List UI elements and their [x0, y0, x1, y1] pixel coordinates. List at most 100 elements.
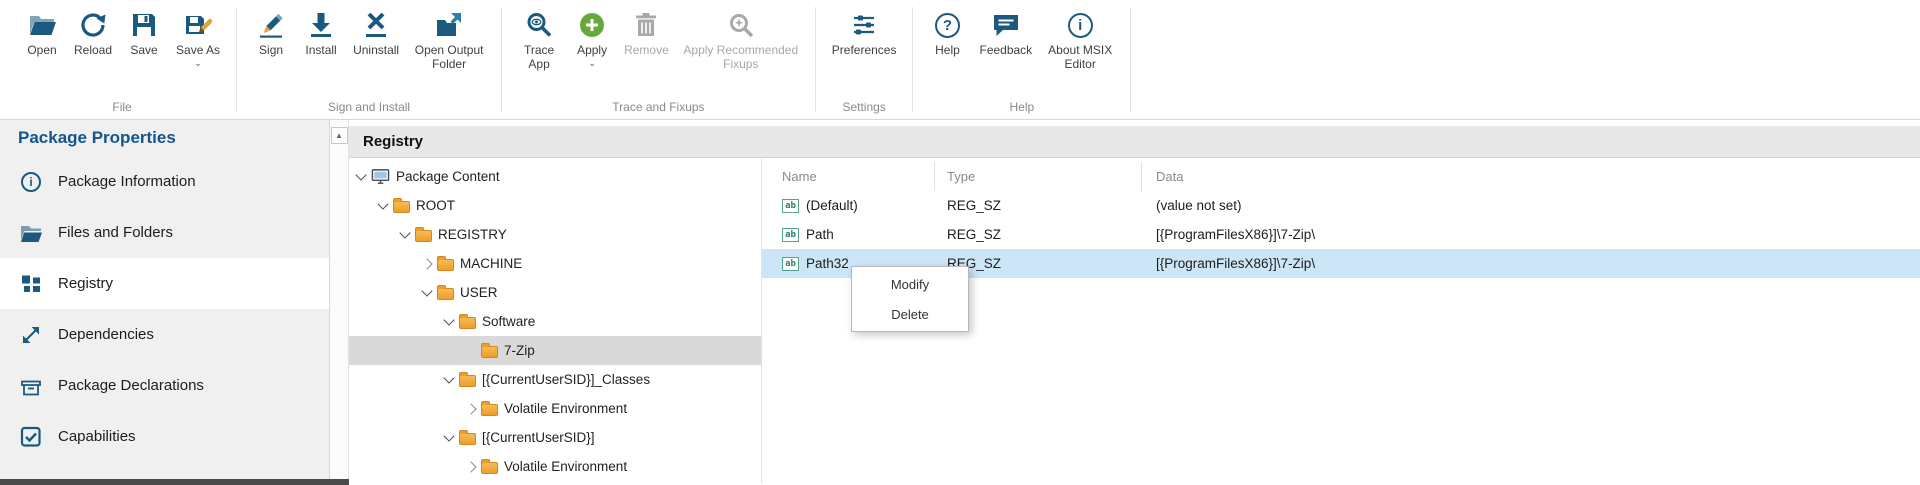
help-button[interactable]: ? Help: [925, 9, 969, 60]
tree-item-volatile-environment-1[interactable]: Volatile Environment: [349, 394, 761, 423]
context-menu-item-delete[interactable]: Delete: [852, 299, 968, 329]
value-name: Path32: [806, 256, 849, 271]
tree-item-7zip[interactable]: 7-Zip: [349, 336, 761, 365]
install-button[interactable]: Install: [299, 9, 343, 60]
about-icon: i: [1068, 11, 1093, 39]
chevron-down-icon[interactable]: [443, 430, 454, 441]
save-as-icon: [184, 11, 212, 39]
folder-icon: [481, 346, 498, 358]
value-data: [{ProgramFilesX86}]\7-Zip\: [1142, 220, 1920, 249]
chevron-down-icon[interactable]: [443, 314, 454, 325]
save-as-dropdown-icon[interactable]: ⌄: [194, 61, 202, 66]
folder-icon: [481, 404, 498, 416]
preferences-button[interactable]: Preferences: [828, 9, 901, 60]
ribbon-group-trace-fixups: Trace App Apply ⌄ Remove: [502, 0, 815, 119]
feedback-button-label: Feedback: [979, 44, 1032, 58]
tree-item-currentusersid[interactable]: [{CurrentUserSID}]: [349, 423, 761, 452]
tree-item-registry[interactable]: REGISTRY: [349, 220, 761, 249]
chevron-down-icon[interactable]: [421, 285, 432, 296]
sidebar-item-capabilities[interactable]: Capabilities: [0, 411, 329, 462]
chevron-right-icon[interactable]: [421, 258, 432, 269]
open-folder-icon: [28, 11, 56, 39]
about-msix-editor-label: About MSIX Editor: [1046, 44, 1114, 72]
sign-button[interactable]: Sign: [249, 9, 293, 60]
folder-icon: [459, 375, 476, 387]
context-menu-item-modify[interactable]: Modify: [852, 269, 968, 299]
open-button-label: Open: [27, 44, 56, 58]
folder-icon: [20, 222, 42, 244]
declarations-icon: [20, 375, 42, 397]
value-data: (value not set): [1142, 191, 1920, 220]
panel-title: Registry: [363, 133, 423, 150]
save-as-button[interactable]: Save As ⌄: [172, 9, 224, 68]
ribbon-group-label-trace-fixups: Trace and Fixups: [502, 100, 815, 119]
sidebar-item-package-declarations[interactable]: Package Declarations: [0, 360, 329, 411]
open-button[interactable]: Open: [20, 9, 64, 60]
ribbon-group-help: ? Help Feedback i About MSIX Editor: [913, 0, 1130, 119]
tree-item-currentusersid-classes[interactable]: [{CurrentUserSID}]_Classes: [349, 365, 761, 394]
sidebar-item-registry[interactable]: Registry: [0, 258, 329, 309]
value-name: (Default): [806, 198, 858, 213]
tree-item-user[interactable]: USER: [349, 278, 761, 307]
ribbon-separator: [1130, 7, 1131, 112]
about-msix-editor-button[interactable]: i About MSIX Editor: [1042, 9, 1118, 74]
sidebar-item-label: Registry: [58, 275, 113, 292]
folder-icon: [437, 259, 454, 271]
column-header-type[interactable]: Type: [935, 162, 1142, 191]
computer-icon: [371, 167, 390, 186]
trace-app-button[interactable]: Trace App: [514, 9, 564, 74]
apply-dropdown-icon[interactable]: ⌄: [588, 61, 596, 66]
dependencies-icon: [20, 324, 42, 346]
sidebar-item-dependencies[interactable]: Dependencies: [0, 309, 329, 360]
sidebar-title: Package Properties: [0, 120, 329, 156]
capabilities-icon: [20, 426, 42, 448]
feedback-button[interactable]: Feedback: [975, 9, 1036, 60]
tree-item-volatile-environment-2[interactable]: Volatile Environment: [349, 452, 761, 481]
info-icon: i: [20, 171, 42, 193]
tree-item-machine[interactable]: MACHINE: [349, 249, 761, 278]
bottom-strip: [0, 479, 349, 485]
chevron-down-icon[interactable]: [377, 198, 388, 209]
trace-app-icon: [525, 11, 553, 39]
tree-item-root[interactable]: ROOT: [349, 191, 761, 220]
chevron-down-icon[interactable]: [355, 169, 366, 180]
open-output-folder-button[interactable]: Open Output Folder: [409, 9, 489, 74]
table-row[interactable]: ab (Default) REG_SZ (value not set): [762, 191, 1920, 220]
column-header-data[interactable]: Data: [1142, 162, 1920, 191]
registry-icon: [20, 273, 42, 295]
ribbon-group-label-sign-install: Sign and Install: [237, 100, 501, 119]
sidebar-package-properties: Package Properties i Package Information…: [0, 120, 330, 484]
chevron-down-icon[interactable]: [399, 227, 410, 238]
table-row[interactable]: ab Path REG_SZ [{ProgramFilesX86}]\7-Zip…: [762, 220, 1920, 249]
tree-item-package-content[interactable]: Package Content: [349, 162, 761, 191]
sidebar-item-package-information[interactable]: i Package Information: [0, 156, 329, 207]
registry-panel: Registry Package Content ROOT: [349, 120, 1920, 484]
sidebar-item-label: Files and Folders: [58, 224, 173, 241]
apply-recommended-fixups-button[interactable]: Apply Recommended Fixups: [679, 9, 803, 74]
sidebar-item-label: Dependencies: [58, 326, 154, 343]
reg-sz-icon: ab: [782, 228, 799, 242]
chevron-right-icon[interactable]: [465, 461, 476, 472]
save-icon: [130, 11, 158, 39]
sidebar-item-files-and-folders[interactable]: Files and Folders: [0, 207, 329, 258]
chevron-down-icon[interactable]: [443, 372, 454, 383]
reload-button-label: Reload: [74, 44, 112, 58]
uninstall-button[interactable]: Uninstall: [349, 9, 403, 60]
column-header-name[interactable]: Name: [762, 162, 935, 191]
apply-button[interactable]: Apply ⌄: [570, 9, 614, 68]
preferences-button-label: Preferences: [832, 44, 897, 58]
sidebar-item-label: Capabilities: [58, 428, 136, 445]
save-button[interactable]: Save: [122, 9, 166, 60]
save-as-button-label: Save As: [176, 44, 220, 58]
chevron-right-icon[interactable]: [465, 403, 476, 414]
sidebar-item-label: Package Information: [58, 173, 196, 190]
reg-sz-icon: ab: [782, 199, 799, 213]
tree-item-software[interactable]: Software: [349, 307, 761, 336]
scroll-up-button[interactable]: ▲: [331, 127, 348, 144]
remove-button[interactable]: Remove: [620, 9, 673, 60]
open-output-folder-label: Open Output Folder: [413, 44, 485, 72]
sign-button-label: Sign: [259, 44, 283, 58]
reload-icon: [79, 11, 107, 39]
reload-button[interactable]: Reload: [70, 9, 116, 60]
vertical-scrollbar[interactable]: ▲: [330, 120, 349, 484]
